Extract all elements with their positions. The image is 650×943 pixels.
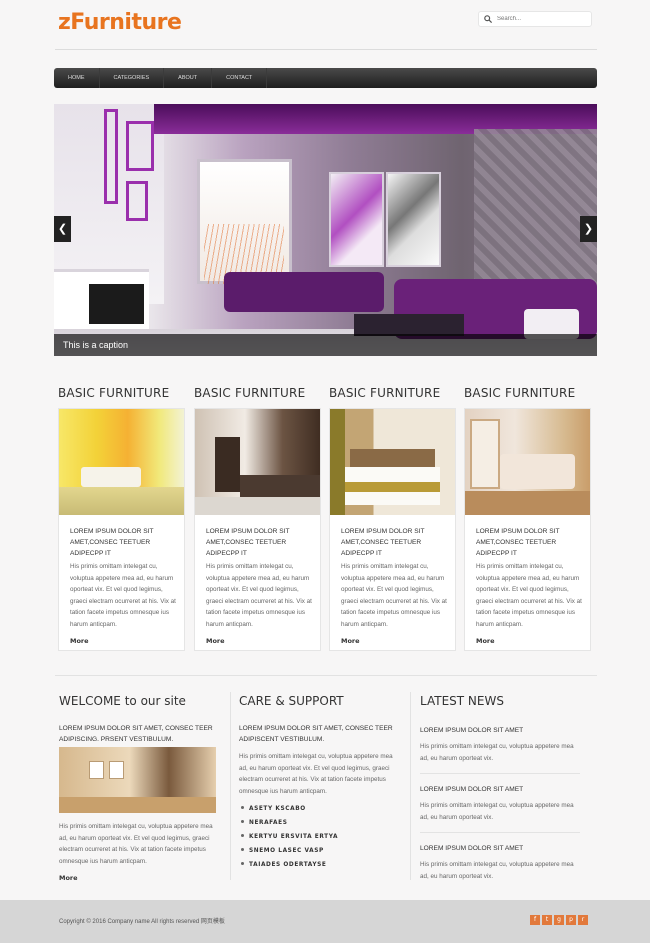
pinterest-icon[interactable]: p — [566, 915, 576, 925]
feature-title: BASIC FURNITURE — [194, 386, 306, 400]
more-link[interactable]: More — [59, 874, 78, 882]
chevron-left-icon: ❮ — [57, 223, 68, 235]
news-text: His primis omittam intelegat cu, voluptu… — [420, 802, 574, 821]
care-section: CARE & SUPPORT LOREM IPSUM DOLOR SIT AME… — [239, 694, 399, 872]
feature-text: His primis omittam intelegat cu, voluptu… — [70, 563, 176, 628]
facebook-icon[interactable]: f — [530, 915, 540, 925]
search-icon — [484, 15, 492, 23]
wall-art-2 — [386, 172, 441, 267]
feature-card: LOREM IPSUM DOLOR SIT AMET,CONSEC TEETUE… — [194, 408, 321, 651]
feature-card: LOREM IPSUM DOLOR SIT AMET,CONSEC TEETUE… — [464, 408, 591, 651]
care-link[interactable]: KERTYU ERSVITA ERTYA — [239, 830, 399, 844]
bullet-icon — [241, 820, 244, 823]
feature-box: BASIC FURNITURE LOREM IPSUM DOLOR SIT AM… — [190, 386, 321, 651]
welcome-section: WELCOME to our site LOREM IPSUM DOLOR SI… — [59, 694, 219, 885]
news-text: His primis omittam intelegat cu, voluptu… — [420, 743, 574, 762]
footer: Copyright © 2016 Company name All rights… — [0, 900, 650, 943]
feature-heading: LOREM IPSUM DOLOR SIT AMET,CONSEC TEETUE… — [70, 528, 154, 557]
feature-title: BASIC FURNITURE — [464, 386, 576, 400]
header-divider — [55, 49, 597, 50]
more-link[interactable]: More — [206, 637, 225, 645]
nav-categories[interactable]: CATEGORIES — [100, 68, 165, 88]
news-item[interactable]: LOREM IPSUM DOLOR SIT AMET His primis om… — [420, 721, 580, 774]
care-link[interactable]: TAIADES ODERTAYSE — [239, 858, 399, 872]
slider-next-button[interactable]: ❯ — [580, 216, 597, 242]
more-link[interactable]: More — [70, 637, 89, 645]
bullet-icon — [241, 806, 244, 809]
news-text: His primis omittam intelegat cu, voluptu… — [420, 861, 574, 880]
news-heading: LOREM IPSUM DOLOR SIT AMET — [420, 786, 524, 793]
feature-box: BASIC FURNITURE LOREM IPSUM DOLOR SIT AM… — [325, 386, 456, 651]
feature-heading: LOREM IPSUM DOLOR SIT AMET,CONSEC TEETUE… — [206, 528, 290, 557]
feature-box: BASIC FURNITURE LOREM IPSUM DOLOR SIT AM… — [460, 386, 591, 651]
wall-art-1 — [329, 172, 384, 267]
slider-prev-button[interactable]: ❮ — [54, 216, 71, 242]
main-nav: HOME CATEGORIES ABOUT CONTACT — [54, 68, 597, 88]
chevron-right-icon: ❯ — [583, 223, 594, 235]
news-title: LATEST NEWS — [420, 694, 504, 708]
hero-slider[interactable]: ❮ ❯ This is a caption — [54, 104, 597, 356]
news-section: LATEST NEWS LOREM IPSUM DOLOR SIT AMET H… — [420, 694, 580, 891]
column-divider — [230, 692, 231, 880]
feature-title: BASIC FURNITURE — [329, 386, 441, 400]
wall-decor — [104, 109, 154, 259]
news-heading: LOREM IPSUM DOLOR SIT AMET — [420, 845, 524, 852]
feature-image[interactable] — [59, 409, 184, 515]
feature-box: BASIC FURNITURE LOREM IPSUM DOLOR SIT AM… — [54, 386, 185, 651]
care-heading: LOREM IPSUM DOLOR SIT AMET, CONSEC TEER … — [239, 725, 393, 743]
feature-image[interactable] — [465, 409, 590, 515]
news-item[interactable]: LOREM IPSUM DOLOR SIT AMET His primis om… — [420, 774, 580, 833]
news-heading: LOREM IPSUM DOLOR SIT AMET — [420, 727, 524, 734]
twitter-icon[interactable]: t — [542, 915, 552, 925]
copyright-text: Copyright © 2016 Company name All rights… — [59, 919, 225, 925]
feature-title: BASIC FURNITURE — [58, 386, 170, 400]
rss-icon[interactable]: r — [578, 915, 588, 925]
bullet-icon — [241, 848, 244, 851]
search-input[interactable] — [497, 16, 587, 22]
feature-text: His primis omittam intelegat cu, voluptu… — [476, 563, 582, 628]
nav-about[interactable]: ABOUT — [164, 68, 213, 88]
welcome-heading: LOREM IPSUM DOLOR SIT AMET, CONSEC TEER … — [59, 725, 213, 743]
nav-contact[interactable]: CONTACT — [212, 68, 268, 88]
section-divider — [55, 675, 597, 676]
search-box[interactable] — [478, 11, 592, 27]
bullet-icon — [241, 862, 244, 865]
feature-text: His primis omittam intelegat cu, voluptu… — [206, 563, 312, 628]
care-link[interactable]: SNEMO LASEC VASP — [239, 844, 399, 858]
nav-home[interactable]: HOME — [54, 68, 100, 88]
column-divider — [410, 692, 411, 880]
welcome-image — [59, 747, 216, 813]
feature-heading: LOREM IPSUM DOLOR SIT AMET,CONSEC TEETUE… — [341, 528, 425, 557]
bullet-icon — [241, 834, 244, 837]
coffee-table — [354, 314, 464, 336]
news-item[interactable]: LOREM IPSUM DOLOR SIT AMET His primis om… — [420, 833, 580, 891]
google-plus-icon[interactable]: g — [554, 915, 564, 925]
feature-image[interactable] — [195, 409, 320, 515]
welcome-text: His primis omittam intelegat cu, voluptu… — [59, 823, 213, 865]
care-link[interactable]: NERAFAES — [239, 816, 399, 830]
welcome-title: WELCOME to our site — [59, 694, 186, 708]
feature-text: His primis omittam intelegat cu, voluptu… — [341, 563, 447, 628]
care-links: ASETY KSCABO NERAFAES KERTYU ERSVITA ERT… — [239, 802, 399, 872]
feature-heading: LOREM IPSUM DOLOR SIT AMET,CONSEC TEETUE… — [476, 528, 560, 557]
site-logo[interactable]: zFurniture — [58, 10, 182, 35]
care-text: His primis omittam intelegat cu, voluptu… — [239, 753, 393, 795]
more-link[interactable]: More — [341, 637, 360, 645]
care-link[interactable]: ASETY KSCABO — [239, 802, 399, 816]
care-title: CARE & SUPPORT — [239, 694, 344, 708]
slide-caption: This is a caption — [54, 334, 597, 356]
more-link[interactable]: More — [476, 637, 495, 645]
feature-card: LOREM IPSUM DOLOR SIT AMET,CONSEC TEETUE… — [329, 408, 456, 651]
feature-card: LOREM IPSUM DOLOR SIT AMET,CONSEC TEETUE… — [58, 408, 185, 651]
social-links: f t g p r — [530, 915, 588, 925]
feature-image[interactable] — [330, 409, 455, 515]
sofa — [224, 272, 384, 312]
